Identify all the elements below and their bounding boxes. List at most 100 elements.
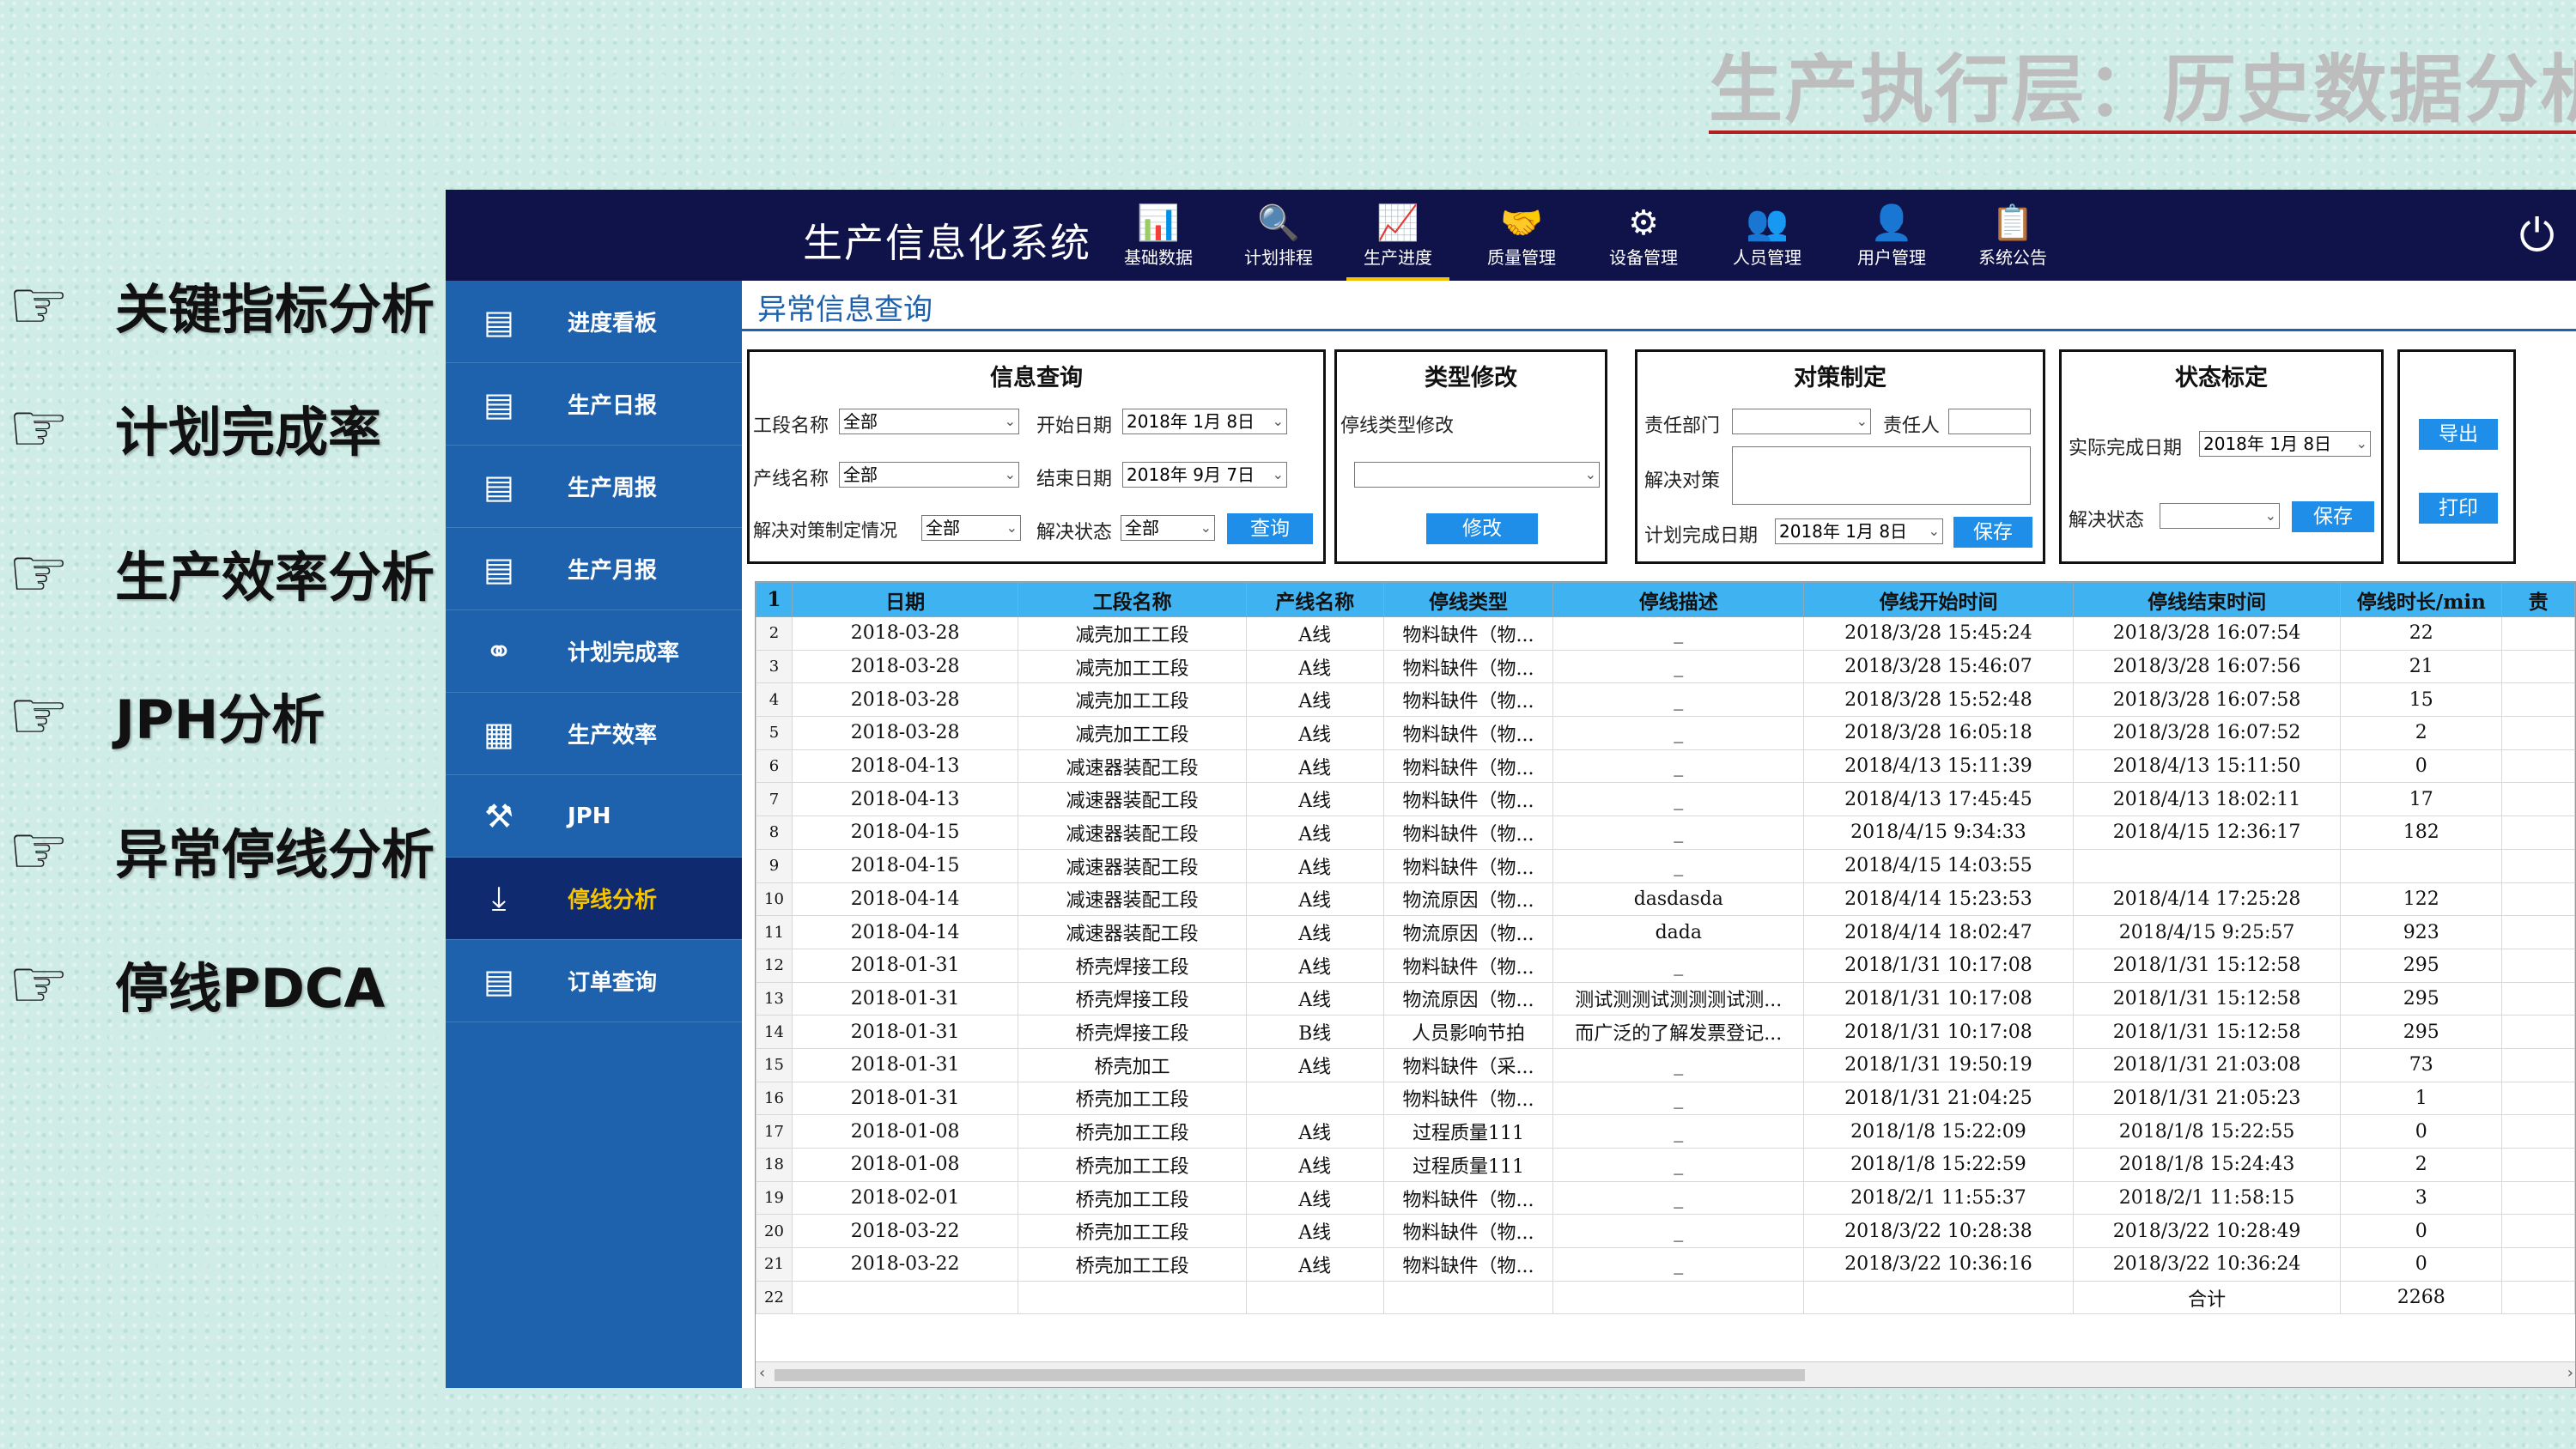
row-number: 5 [756,716,793,750]
sidebar-item[interactable]: ▤ 生产周报 [446,446,742,528]
measure-textarea[interactable] [1732,446,2031,505]
table-cell: A线 [1245,782,1384,817]
table-cell: 2018-03-28 [791,616,1019,651]
export-button[interactable]: 导出 [2419,419,2498,450]
column-header[interactable]: 日期 [791,582,1019,617]
line-select[interactable]: 全部 ⌄ [839,462,1019,488]
table-row[interactable]: 4 2018-03-28 减壳加工工段 A线 物料缺件（物... _ 2018/3/28 1… [756,682,2575,718]
table-cell: 过程质量111 [1382,1148,1554,1182]
topnav-item[interactable]: 👤 用户管理 [1840,202,1943,281]
table-row[interactable]: 7 2018-04-13 减速器装配工段 A线 物料缺件（物... _ 2018/4/13 … [756,782,2575,817]
wrench-icon: ⚒ [483,797,514,835]
link-icon: ⚭ [485,632,513,670]
table-cell [2501,1081,2575,1116]
column-header[interactable]: 停线描述 [1552,582,1805,617]
sidebar-item[interactable]: ▤ 生产日报 [446,363,742,446]
table-row[interactable]: 6 2018-04-13 减速器装配工段 A线 物料缺件（物... _ 2018/4/13 … [756,749,2575,784]
topnav-item[interactable]: ⚙ 设备管理 [1592,202,1695,281]
table-row[interactable]: 2 2018-03-28 减壳加工工段 A线 物料缺件（物... _ 2018/3/28 1… [756,616,2575,651]
section-select[interactable]: 全部 ⌄ [839,409,1019,434]
sidebar-item[interactable]: ▤ 进度看板 [446,281,742,363]
topnav-item[interactable]: 📊 基础数据 [1107,202,1210,281]
pointing-hand-icon: ☞ [8,532,70,613]
table-cell: 桥壳焊接工段 [1018,1015,1247,1049]
column-header[interactable]: 责 [2501,582,2575,617]
table-row[interactable]: 15 2018-01-31 桥壳加工 A线 物料缺件（采... _ 2018/1/31 19… [756,1047,2575,1082]
sidebar-item[interactable]: ▤ 生产月报 [446,528,742,610]
column-header[interactable]: 停线时长/min [2340,582,2503,617]
report-icon: ▤ [483,549,514,588]
table-row[interactable]: 14 2018-01-31 桥壳焊接工段 B线 人员影响节拍 而广泛的了解发票登记... 2… [756,1015,2575,1049]
end-date-picker[interactable]: 2018年 9月 7日 ⌄ [1122,462,1287,488]
table-row[interactable]: 9 2018-04-15 减速器装配工段 A线 物料缺件（物... _ 2018/4/15 … [756,848,2575,883]
table-row[interactable]: 10 2018-04-14 减速器装配工段 A线 物流原因（物... dasdasda 20… [756,882,2575,917]
table-cell: 2018/3/22 10:36:24 [2072,1247,2342,1282]
table-row[interactable]: 18 2018-01-08 桥壳加工工段 A线 过程质量111 _ 2018/1/8 15:… [756,1148,2575,1182]
status-select[interactable]: 全部 ⌄ [1121,515,1215,541]
table-row[interactable]: 12 2018-01-31 桥壳焊接工段 A线 物料缺件（物... _ 2018/1/31 … [756,948,2575,983]
plan-date-picker[interactable]: 2018年 1月 8日 ⌄ [1775,518,1943,544]
table-cell [1552,1280,1805,1315]
print-button[interactable]: 打印 [2419,493,2498,524]
table-cell: 物料缺件（物... [1382,682,1554,718]
scroll-right-icon[interactable]: › [2567,1364,2573,1382]
topnav-item[interactable]: 👥 人员管理 [1716,202,1819,281]
status-save-button[interactable]: 保存 [2292,501,2374,532]
column-header[interactable]: 产线名称 [1245,582,1384,617]
row-number: 20 [756,1214,793,1249]
topnav-item[interactable]: 📋 系统公告 [1961,202,2064,281]
column-header[interactable]: 停线结束时间 [2072,582,2342,617]
bullet-label: 生产效率分析 [115,546,435,609]
table-cell: 0 [2340,1214,2503,1249]
topnav-item[interactable]: 📈 生产进度 [1346,202,1449,281]
sidebar-item[interactable]: ⚒ JPH [446,775,742,858]
policy-select[interactable]: 全部 ⌄ [921,515,1021,541]
done-date-picker[interactable]: 2018年 1月 8日 ⌄ [2199,431,2371,457]
measure-save-button[interactable]: 保存 [1953,517,2032,548]
topnav-label: 计划排程 [1244,247,1313,268]
topnav-item[interactable]: 🤝 质量管理 [1470,202,1573,281]
table-row[interactable]: 8 2018-04-15 减速器装配工段 A线 物料缺件（物... _ 2018/4/15 … [756,815,2575,850]
table-cell: 减速器装配工段 [1018,749,1247,784]
column-header[interactable]: 停线类型 [1382,582,1554,617]
dept-select[interactable]: ⌄ [1732,409,1871,434]
table-row[interactable]: 20 2018-03-22 桥壳加工工段 A线 物料缺件（物... _ 2018/3/22 … [756,1214,2575,1249]
sidebar-item[interactable]: ▦ 生产效率 [446,693,742,775]
status-label: 解决状态 [1036,522,1113,543]
topnav-item[interactable]: 🔍 计划排程 [1227,202,1330,281]
scroll-thumb[interactable] [775,1369,1805,1381]
table-row[interactable]: 13 2018-01-31 桥壳焊接工段 A线 物流原因（物... 测试测测试测测测试测.… [756,981,2575,1016]
table-row[interactable]: 19 2018-02-01 桥壳加工工段 A线 物料缺件（物... _ 2018/2/1 1… [756,1180,2575,1216]
modify-button[interactable]: 修改 [1426,513,1538,544]
table-row[interactable]: 17 2018-01-08 桥壳加工工段 A线 过程质量111 _ 2018/1/8 15:… [756,1114,2575,1149]
sidebar-item[interactable]: ▤ 订单查询 [446,940,742,1022]
power-icon[interactable]: ⏻ [2519,210,2555,263]
table-row[interactable]: 22 合计 2268 [756,1280,2575,1315]
query-button[interactable]: 查询 [1227,513,1313,544]
owner-input[interactable] [1948,409,2031,434]
table-row[interactable]: 11 2018-04-14 减速器装配工段 A线 物流原因（物... dada 2018/4… [756,915,2575,949]
table-row[interactable]: 16 2018-01-31 桥壳加工工段 物料缺件（物... _ 2018/1/31 21… [756,1081,2575,1116]
sidebar-item[interactable]: ⚭ 计划完成率 [446,610,742,693]
table-row[interactable]: 3 2018-03-28 减壳加工工段 A线 物料缺件（物... _ 2018/3/28 1… [756,649,2575,684]
horizontal-scrollbar[interactable]: ‹ › [756,1361,2575,1387]
table-cell: 2018-03-22 [791,1247,1019,1282]
table-cell: 物料缺件（物... [1382,1214,1554,1249]
user-icon: 👤 [1870,203,1913,243]
type-select[interactable]: ⌄ [1354,462,1600,488]
sidebar-item[interactable]: ⤓ 停线分析 [446,858,742,940]
table-cell: 2018/1/31 21:04:25 [1803,1081,2074,1116]
start-date-picker[interactable]: 2018年 1月 8日 ⌄ [1122,409,1287,434]
table-cell: 减速器装配工段 [1018,882,1247,917]
state-select[interactable]: ⌄ [2160,503,2280,529]
sidebar-item-label: 生产周报 [568,476,658,501]
table-row[interactable]: 21 2018-03-22 桥壳加工工段 A线 物料缺件（物... _ 2018/3/22 … [756,1247,2575,1282]
sidebar-item-label: 生产月报 [568,558,658,584]
column-header[interactable]: 停线开始时间 [1803,582,2074,617]
row-number: 14 [756,1015,793,1049]
column-header[interactable]: 工段名称 [1018,582,1247,617]
pointing-hand-icon: ☞ [8,387,70,468]
scroll-left-icon[interactable]: ‹ [759,1364,765,1382]
table-row[interactable]: 5 2018-03-28 减壳加工工段 A线 物料缺件（物... _ 2018/3/28 1… [756,716,2575,750]
table-cell: 182 [2340,815,2503,850]
